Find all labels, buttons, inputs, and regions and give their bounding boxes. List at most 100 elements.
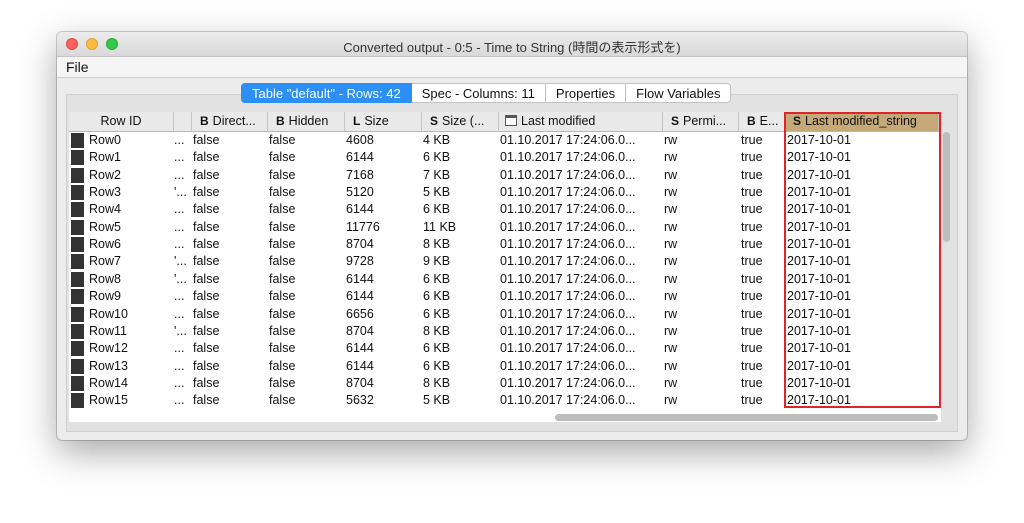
table-row[interactable]: Row1... false false 6144 6 KB 01.10.2017 17:2… [69, 149, 941, 166]
long-type-icon: L [353, 114, 361, 128]
cell-dir: false [193, 167, 220, 182]
column-header-last-modified[interactable]: Last modified [499, 112, 663, 131]
column-header-label: Last modified [521, 114, 596, 128]
cell-lms: 2017-10-01 [787, 254, 851, 269]
column-header-row-id[interactable]: Row ID [69, 112, 174, 131]
row-color-marker [71, 237, 84, 253]
table-row[interactable]: Row4... false false 6144 6 KB 01.10.2017 17:2… [69, 201, 941, 218]
data-table: Row ID B Direct... B Hidden L Size S Size (.… [69, 112, 941, 422]
boolean-type-icon: B [200, 114, 209, 128]
table-row[interactable]: Row2... false false 7168 7 KB 01.10.2017 17:2… [69, 167, 941, 184]
table-row[interactable]: Row5... false false 11776 11 KB 01.10.2017 17… [69, 219, 941, 236]
column-header-last-modified-string[interactable]: S Last modified_string [785, 112, 939, 131]
cell-hidden: false [269, 289, 296, 304]
tab-flow-variables[interactable]: Flow Variables [626, 83, 732, 103]
cell-lastmod: 01.10.2017 17:24:06.0... [500, 202, 636, 217]
cell-dir: false [193, 254, 220, 269]
table-row[interactable]: Row15... false false 5632 5 KB 01.10.2017 17:… [69, 392, 941, 409]
tab-table-default[interactable]: Table "default" - Rows: 42 [241, 83, 412, 103]
cell-sizes: 6 KB [423, 341, 451, 356]
cell-dir: false [193, 289, 220, 304]
table-row[interactable]: Row12... false false 6144 6 KB 01.10.2017 17:… [69, 340, 941, 357]
cell-hidden: false [269, 375, 296, 390]
cell-size: 6144 [346, 150, 374, 165]
row-color-marker [71, 202, 84, 218]
cell-lms: 2017-10-01 [787, 185, 851, 200]
table-row[interactable]: Row3 '... false false 5120 5 KB 01.10.2017 17:… [69, 184, 941, 201]
cell-lms: 2017-10-01 [787, 289, 851, 304]
cell-e: true [741, 341, 763, 356]
column-header-permissions[interactable]: S Permi... [663, 112, 739, 131]
cell-row-id: Row0 [89, 133, 121, 147]
cell-lastmod: 01.10.2017 17:24:06.0... [500, 375, 636, 390]
cell-lastmod: 01.10.2017 17:24:06.0... [500, 289, 636, 304]
table-row[interactable]: Row11 '... false false 8704 8 KB 01.10.2017 17… [69, 323, 941, 340]
cell-lastmod: 01.10.2017 17:24:06.0... [500, 133, 636, 147]
column-header-collapsed[interactable] [174, 112, 192, 131]
cell-perm: rw [664, 341, 678, 356]
table-row[interactable]: Row8 '... false false 6144 6 KB 01.10.2017 17:… [69, 271, 941, 288]
row-color-marker [71, 150, 84, 166]
cell-size: 6144 [346, 358, 374, 373]
cell-sizes: 6 KB [423, 306, 451, 321]
cell-row-id: Row11 [89, 323, 127, 338]
table-row[interactable]: Row7 '... false false 9728 9 KB 01.10.2017 17:… [69, 253, 941, 270]
column-header-label: Row ID [100, 114, 142, 128]
cell-c1: '... [174, 185, 187, 200]
cell-lms: 2017-10-01 [787, 358, 851, 373]
table-row[interactable]: Row6... false false 8704 8 KB 01.10.2017 17:2… [69, 236, 941, 253]
cell-hidden: false [269, 133, 296, 147]
cell-hidden: false [269, 219, 296, 234]
boolean-type-icon: B [747, 114, 756, 128]
cell-row-id: Row10 [89, 306, 128, 321]
cell-c1: ... [174, 167, 185, 182]
vertical-scrollbar[interactable] [943, 132, 950, 242]
cell-lms: 2017-10-01 [787, 341, 851, 356]
cell-size: 11776 [346, 219, 380, 234]
cell-size: 6144 [346, 341, 374, 356]
column-header-exists[interactable]: B E... [739, 112, 785, 131]
table-row[interactable]: Row0... false false 4608 4 KB 01.10.2017 17:2… [69, 132, 941, 149]
cell-dir: false [193, 341, 220, 356]
cell-sizes: 6 KB [423, 150, 451, 165]
table-row[interactable]: Row14... false false 8704 8 KB 01.10.2017 17:… [69, 375, 941, 392]
table-header: Row ID B Direct... B Hidden L Size S Size (.… [69, 112, 941, 132]
table-row[interactable]: Row9... false false 6144 6 KB 01.10.2017 17:2… [69, 288, 941, 305]
cell-dir: false [193, 185, 220, 200]
cell-sizes: 8 KB [423, 237, 451, 252]
column-header-label: Size [364, 114, 389, 128]
column-header-label: Size (... [442, 114, 485, 128]
cell-perm: rw [664, 219, 678, 234]
cell-sizes: 6 KB [423, 202, 451, 217]
cell-size: 8704 [346, 237, 374, 252]
tab-properties[interactable]: Properties [545, 83, 627, 103]
cell-e: true [741, 237, 763, 252]
table-row[interactable]: Row10... false false 6656 6 KB 01.10.2017 17:… [69, 306, 941, 323]
cell-hidden: false [269, 393, 296, 408]
column-header-label: Last modified_string [805, 114, 917, 128]
column-header-hidden[interactable]: B Hidden [268, 112, 345, 131]
cell-sizes: 6 KB [423, 271, 451, 286]
table-row[interactable]: Row13... false false 6144 6 KB 01.10.2017 17:… [69, 358, 941, 375]
cell-sizes: 8 KB [423, 375, 451, 390]
column-header-size[interactable]: L Size [345, 112, 422, 131]
cell-perm: rw [664, 237, 678, 252]
tab-spec[interactable]: Spec - Columns: 11 [411, 83, 546, 103]
cell-perm: rw [664, 375, 678, 390]
cell-perm: rw [664, 358, 678, 373]
cell-perm: rw [664, 306, 678, 321]
row-color-marker [71, 271, 84, 287]
cell-lastmod: 01.10.2017 17:24:06.0... [500, 358, 636, 373]
cell-c1: ... [174, 289, 185, 304]
cell-lms: 2017-10-01 [787, 323, 851, 338]
column-header-directory[interactable]: B Direct... [192, 112, 268, 131]
menu-file[interactable]: File [66, 59, 89, 75]
cell-dir: false [193, 202, 220, 217]
horizontal-scrollbar[interactable] [555, 414, 938, 421]
column-header-size-string[interactable]: S Size (... [422, 112, 499, 131]
cell-c1: '... [174, 254, 187, 269]
cell-sizes: 6 KB [423, 358, 451, 373]
cell-size: 5120 [346, 185, 374, 200]
cell-hidden: false [269, 237, 296, 252]
cell-lastmod: 01.10.2017 17:24:06.0... [500, 393, 636, 408]
